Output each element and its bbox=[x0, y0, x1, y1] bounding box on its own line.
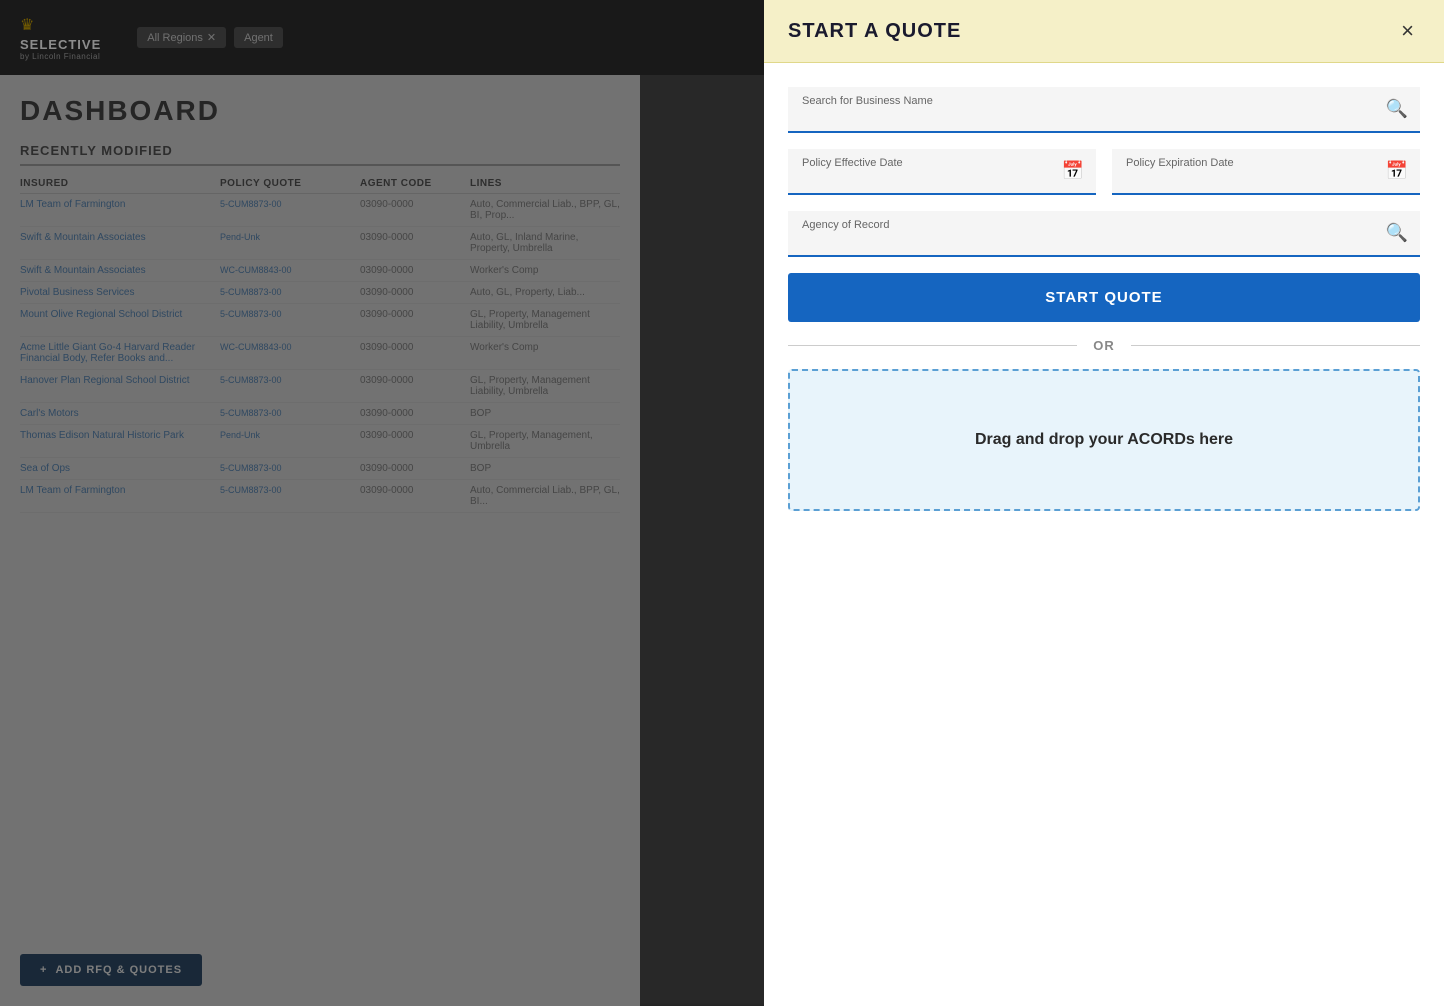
business-name-field: Search for Business Name 🔍 bbox=[788, 87, 1420, 133]
business-name-label: Search for Business Name bbox=[802, 95, 933, 107]
or-label: OR bbox=[1093, 338, 1115, 353]
calendar-icon-effective[interactable]: 📅 bbox=[1062, 161, 1084, 182]
search-icon: 🔍 bbox=[1386, 99, 1408, 120]
modal-header: START A QUOTE × bbox=[764, 0, 1444, 63]
calendar-icon-expiration[interactable]: 📅 bbox=[1386, 161, 1408, 182]
or-divider: OR bbox=[788, 338, 1420, 353]
expiration-date-field: Policy Expiration Date 📅 bbox=[1112, 149, 1420, 195]
agency-search-icon: 🔍 bbox=[1386, 223, 1408, 244]
agency-field: Agency of Record 🔍 bbox=[788, 211, 1420, 257]
effective-date-label: Policy Effective Date bbox=[802, 157, 903, 169]
expiration-date-label: Policy Expiration Date bbox=[1126, 157, 1234, 169]
date-row: Policy Effective Date 📅 Policy Expiratio… bbox=[788, 149, 1420, 195]
start-quote-modal: START A QUOTE × Search for Business Name… bbox=[764, 0, 1444, 1006]
close-icon: × bbox=[1401, 18, 1414, 43]
agency-label: Agency of Record bbox=[802, 219, 889, 231]
start-quote-label: START QUOTE bbox=[1045, 289, 1162, 306]
modal-body: Search for Business Name 🔍 Policy Effect… bbox=[764, 63, 1444, 1006]
effective-date-field: Policy Effective Date 📅 bbox=[788, 149, 1096, 195]
modal-title: START A QUOTE bbox=[788, 20, 961, 43]
modal-close-button[interactable]: × bbox=[1395, 18, 1420, 44]
start-quote-button[interactable]: START QUOTE bbox=[788, 273, 1420, 322]
drag-drop-zone[interactable]: Drag and drop your ACORDs here bbox=[788, 369, 1420, 511]
drag-drop-label: Drag and drop your ACORDs here bbox=[975, 431, 1233, 449]
